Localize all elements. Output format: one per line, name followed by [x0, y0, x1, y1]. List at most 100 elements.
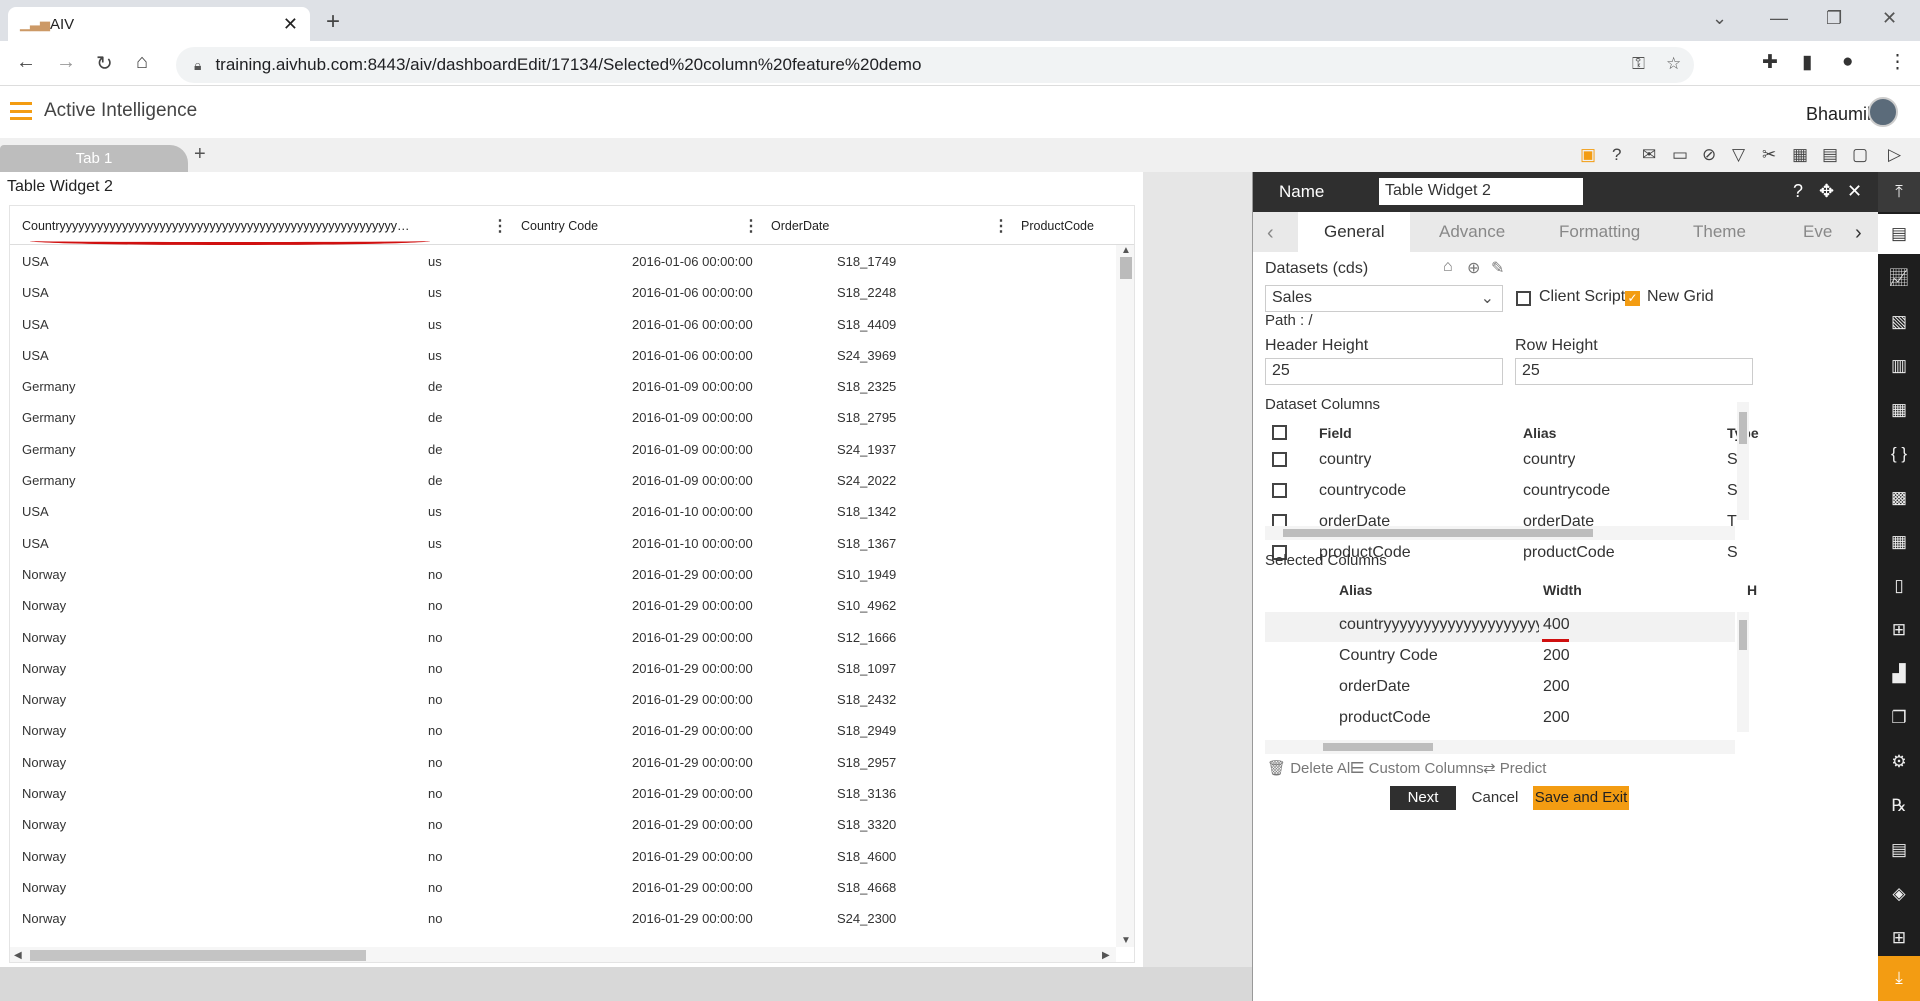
bar-chart-icon[interactable]: ▟ — [1878, 664, 1920, 684]
table-row[interactable]: Norway no 2016-01-29 00:00:00 S18_1097 — [10, 652, 1116, 683]
tab-general[interactable]: General — [1298, 212, 1411, 252]
network-icon[interactable]: ⚙ — [1878, 752, 1920, 772]
table-row[interactable]: USA us 2016-01-06 00:00:00 S18_4409 — [10, 308, 1116, 339]
header-height-input[interactable]: 25 — [1265, 358, 1503, 385]
table-row[interactable]: Norway no 2016-01-29 00:00:00 S18_2432 — [10, 683, 1116, 714]
grid-icon[interactable]: ▦ — [1878, 532, 1920, 552]
table-row[interactable]: Norway no 2016-01-29 00:00:00 S18_2957 — [10, 746, 1116, 777]
scroll-left-icon[interactable]: ◀ — [14, 950, 22, 961]
selected-column-row[interactable]: countryyyyyyyyyyyyyyyyyyyy… 400 — [1265, 612, 1735, 642]
horizontal-scrollbar[interactable]: ◀ ▶ — [10, 947, 1116, 962]
tab-prev-icon[interactable]: ‹ — [1267, 222, 1274, 245]
tab-search-icon[interactable]: ⌄ — [1712, 8, 1727, 29]
tools-icon[interactable]: ✂ — [1762, 145, 1776, 165]
tab-1[interactable]: Tab 1 — [0, 145, 188, 172]
edit-icon[interactable]: ✎ — [1491, 258, 1504, 278]
table-row[interactable]: Norway no 2016-01-29 00:00:00 S12_1666 — [10, 621, 1116, 652]
scroll-thumb[interactable] — [1120, 257, 1132, 279]
tab-events[interactable]: Eve — [1803, 222, 1832, 242]
selected-width-cell[interactable]: 200 — [1543, 678, 1570, 696]
vertical-scrollbar[interactable]: ▲ ▼ — [1116, 245, 1134, 947]
rx-icon[interactable]: ℞ — [1878, 796, 1920, 816]
col-header-country[interactable]: Countryyyyyyyyyyyyyyyyyyyyyyyyyyyyyyyyyy… — [22, 219, 448, 233]
map-icon[interactable]: ▧ — [1878, 312, 1920, 332]
url-field[interactable]: 🔒︎ training.aivhub.com:8443/aiv/dashboar… — [176, 47, 1694, 83]
save-and-exit-button[interactable]: Save and Exit — [1533, 786, 1629, 810]
select-all-checkbox[interactable] — [1272, 425, 1287, 440]
collapse-down-icon[interactable]: ⤓ — [1878, 968, 1920, 988]
widget-name-input[interactable]: Table Widget 2 — [1379, 178, 1583, 205]
selected-column-row[interactable]: productCode 200 — [1265, 705, 1735, 735]
browser-menu-icon[interactable]: ⋮ — [1888, 51, 1907, 74]
table-row[interactable]: Norway no 2016-01-29 00:00:00 S18_2949 — [10, 714, 1116, 745]
password-key-icon[interactable]: ⚿ — [1632, 54, 1645, 74]
col-header-country-code[interactable]: Country Code — [521, 219, 598, 233]
table-row[interactable]: USA us 2016-01-06 00:00:00 S24_3969 — [10, 339, 1116, 370]
browser-tab[interactable]: ▁▃▅ AIV ✕ — [8, 7, 310, 41]
table-row[interactable]: Norway no 2016-01-29 00:00:00 S10_1949 — [10, 558, 1116, 589]
help-icon[interactable]: ? — [1612, 145, 1621, 165]
minimize-icon[interactable]: — — [1770, 8, 1788, 29]
forward-icon[interactable]: → — [56, 51, 76, 74]
new-tab-button[interactable]: + — [326, 8, 340, 36]
scroll-up-icon[interactable]: ▲ — [1121, 245, 1131, 256]
col-header-orderdate[interactable]: OrderDate — [771, 219, 829, 233]
avatar[interactable] — [1868, 97, 1898, 127]
restore-icon[interactable]: ❐ — [1826, 8, 1842, 29]
devices-icon[interactable]: ▢ — [1852, 145, 1868, 165]
play-icon[interactable]: ▷ — [1888, 145, 1901, 165]
table-row[interactable]: USA us 2016-01-10 00:00:00 S18_1342 — [10, 495, 1116, 526]
image-icon[interactable]: ▤ — [1822, 145, 1838, 165]
tree-icon[interactable]: ⊞ — [1878, 620, 1920, 640]
report-icon[interactable]: ▥ — [1878, 356, 1920, 376]
home-icon[interactable]: ⌂ — [1443, 258, 1453, 276]
selected-column-row[interactable]: orderDate 200 — [1265, 674, 1735, 704]
col-header-productcode[interactable]: ProductCode — [1021, 219, 1094, 233]
chart-icon[interactable]: 📈︎ — [1878, 268, 1920, 288]
row-height-input[interactable]: 25 — [1515, 358, 1753, 385]
table-row[interactable]: Norway no 2016-01-29 00:00:00 S18_4600 — [10, 840, 1116, 871]
dataset-hscroll[interactable] — [1265, 526, 1735, 540]
next-button[interactable]: Next — [1390, 786, 1456, 810]
column-menu-icon[interactable]: ⋮ — [743, 216, 759, 236]
table-row[interactable]: Norway no 2016-01-29 00:00:00 S18_4668 — [10, 871, 1116, 902]
selected-width-cell[interactable]: 400 — [1543, 616, 1570, 634]
back-icon[interactable]: ← — [16, 51, 36, 74]
extensions-icon[interactable]: ✚ — [1762, 51, 1778, 74]
reload-icon[interactable]: ↻ — [96, 51, 113, 76]
dataset-vscroll[interactable] — [1737, 402, 1749, 520]
column-menu-icon[interactable]: ⋮ — [993, 216, 1009, 236]
table-row[interactable]: Germany de 2016-01-09 00:00:00 S24_1937 — [10, 433, 1116, 464]
new-grid-checkbox[interactable]: ✓ — [1625, 291, 1640, 306]
move-icon[interactable]: ✥ — [1819, 181, 1834, 202]
tab-advance[interactable]: Advance — [1439, 222, 1505, 242]
profile-icon[interactable]: ● — [1842, 51, 1853, 73]
save-icon[interactable]: ▣ — [1580, 145, 1596, 165]
table-row[interactable]: Norway no 2016-01-29 00:00:00 S10_4962 — [10, 589, 1116, 620]
home-icon[interactable]: ⌂ — [136, 51, 148, 74]
comment-icon[interactable]: ▭ — [1672, 145, 1688, 165]
close-window-icon[interactable]: ✕ — [1882, 8, 1897, 29]
tab-formatting[interactable]: Formatting — [1559, 222, 1640, 242]
bookmark-star-icon[interactable]: ☆ — [1666, 54, 1681, 74]
clear-filter-icon[interactable]: ⊘ — [1702, 145, 1716, 165]
selected-width-cell[interactable]: 200 — [1543, 647, 1570, 665]
table-row[interactable]: USA us 2016-01-06 00:00:00 S18_2248 — [10, 276, 1116, 307]
predict-button[interactable]: ⇄ Predict — [1483, 759, 1546, 777]
delete-all-button[interactable]: 🗑︎ Delete All — [1267, 759, 1354, 777]
table-row[interactable]: Norway no 2016-01-29 00:00:00 S18_3136 — [10, 777, 1116, 808]
selected-hscroll[interactable] — [1265, 740, 1735, 754]
add-circle-icon[interactable]: ⊕ — [1467, 258, 1480, 278]
dataset-select[interactable]: Sales ⌄ — [1265, 285, 1503, 312]
selected-column-row[interactable]: Country Code 200 — [1265, 643, 1735, 673]
table-row[interactable]: Norway no 2016-01-29 00:00:00 S18_3320 — [10, 808, 1116, 839]
tab-next-icon[interactable]: › — [1855, 222, 1862, 245]
scroll-thumb[interactable] — [30, 950, 366, 961]
client-script-checkbox[interactable] — [1516, 291, 1531, 306]
table-icon[interactable]: ▦ — [1792, 145, 1808, 165]
collapse-up-icon[interactable]: ⤒ — [1878, 182, 1920, 202]
table-row[interactable]: USA us 2016-01-06 00:00:00 S18_1749 — [10, 245, 1116, 276]
filter-icon[interactable]: ▽ — [1732, 145, 1745, 165]
help-icon[interactable]: ? — [1793, 181, 1803, 202]
add-tab-icon[interactable]: + — [194, 143, 206, 166]
